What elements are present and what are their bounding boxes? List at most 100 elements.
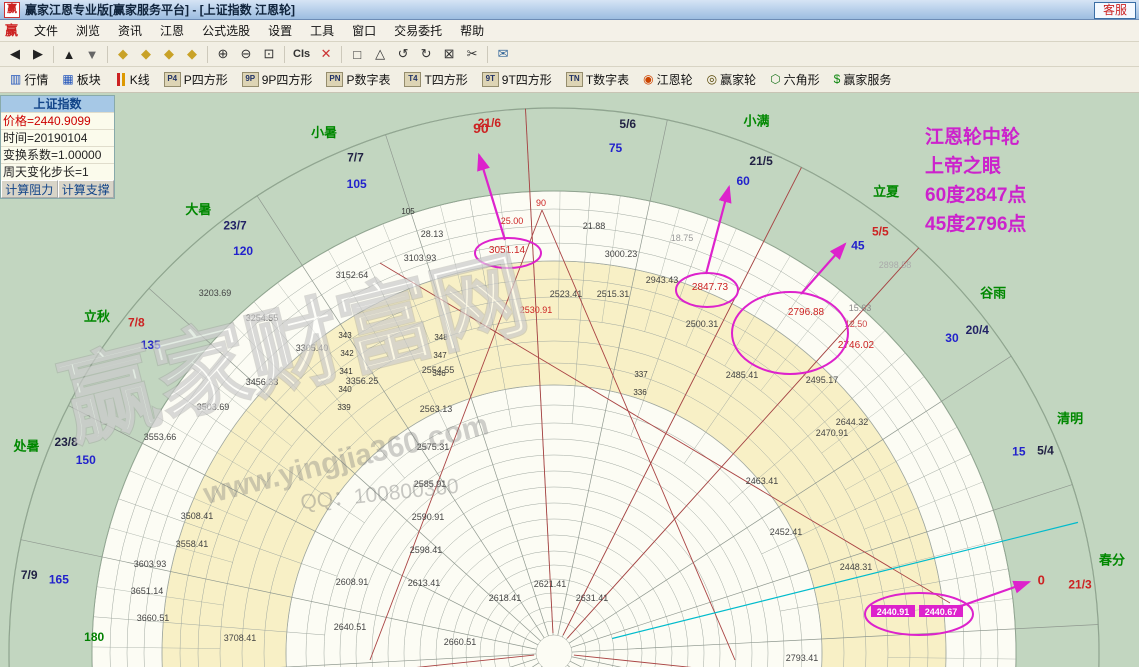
wheel-value-label: 348 — [434, 333, 448, 342]
rotate-right-icon[interactable]: ↻ — [415, 44, 437, 64]
nine-p-square-button[interactable]: 9P 9P四方形 — [236, 69, 319, 90]
forward-icon[interactable]: ▶ — [27, 44, 49, 64]
t-number-table-button-icon: TN — [565, 72, 583, 87]
annotation-line: 江恩轮中轮 — [925, 127, 1021, 148]
hexagon-button-icon: ⬡ — [770, 72, 781, 86]
gann-fan-icon[interactable]: ◆ — [112, 44, 134, 64]
menu-item-工具[interactable]: 工具 — [301, 20, 343, 41]
wheel-value-label: 2621.41 — [534, 579, 567, 589]
chat-icon[interactable]: ✉ — [492, 44, 514, 64]
back-icon[interactable]: ◀ — [4, 44, 26, 64]
wheel-value-label: 2898.58 — [879, 260, 912, 270]
wheel-value-label: 105 — [401, 207, 415, 216]
wheel-value-label: 3305.40 — [296, 343, 329, 353]
cis-icon[interactable]: CIs — [289, 44, 314, 64]
wheel-value-label: 2660.51 — [444, 637, 477, 647]
gann-angle-icon[interactable]: ◆ — [181, 44, 203, 64]
kline-button-label: K线 — [129, 73, 150, 87]
cut-icon[interactable]: ✂ — [461, 44, 483, 64]
wheel-value-label: 2631.41 — [576, 593, 609, 603]
customer-service-button[interactable]: 客服 — [1093, 2, 1136, 19]
chart-type-toolbar: ▥ 行情 ▦ 板块 K线 P4 P四方形 9P 9P四方形 PN P数字表 T4 T四方形 9T 9T四方形… — [0, 67, 1139, 93]
p-square-button[interactable]: P4 P四方形 — [158, 69, 234, 90]
menu-item-设置[interactable]: 设置 — [259, 20, 301, 41]
date-label-21/5: 21/5 — [749, 154, 773, 168]
calc-resistance-button[interactable]: 计算阻力 — [1, 180, 58, 198]
up-icon[interactable]: ▲ — [58, 44, 80, 64]
clear-icon[interactable]: ⊠ — [438, 44, 460, 64]
wheel-value-label: 347 — [433, 351, 447, 360]
menu-item-文件[interactable]: 文件 — [25, 20, 67, 41]
wheel-value-label: 2796.88 — [788, 307, 825, 318]
delete-icon[interactable]: ✕ — [315, 44, 337, 64]
winner-service-button[interactable]: $ 赢家服务 — [828, 69, 898, 90]
down-icon[interactable]: ▼ — [81, 44, 103, 64]
p-number-table-button[interactable]: PN P数字表 — [320, 69, 396, 90]
fit-icon[interactable]: ⊡ — [258, 44, 280, 64]
wheel-value-label: 2470.91 — [816, 428, 849, 438]
date-label-23/7: 23/7 — [223, 219, 247, 233]
solar-term-大暑: 大暑 — [185, 202, 211, 217]
wheel-value-label: 3051.14 — [489, 245, 526, 256]
menu-bar: 赢 文件 浏览 资讯 江恩 公式选股 设置 工具 窗口 交易委托 帮助 — [0, 20, 1139, 42]
wheel-value-label: 3103.93 — [404, 253, 437, 263]
wheel-value-label: 3508.41 — [181, 511, 214, 521]
wheel-value-label: 3254.55 — [246, 313, 279, 323]
gann-box-icon[interactable]: ◆ — [158, 44, 180, 64]
wheel-value-label: 3356.25 — [346, 376, 379, 386]
t-number-table-button[interactable]: TN T数字表 — [560, 69, 635, 90]
p-number-table-button-label: P数字表 — [346, 73, 391, 87]
degree-label-105: 105 — [347, 177, 367, 191]
date-label-23/8: 23/8 — [54, 435, 78, 449]
kline-button[interactable]: K线 — [109, 69, 156, 90]
winner-wheel-button[interactable]: ◎ 赢家轮 — [701, 69, 763, 90]
menu-item-浏览[interactable]: 浏览 — [67, 20, 109, 41]
toolbar-separator — [207, 45, 208, 63]
menu-item-资讯[interactable]: 资讯 — [109, 20, 151, 41]
wheel-value-label: 2452.41 — [770, 527, 803, 537]
annotation-line: 60度2847点 — [925, 185, 1027, 206]
gann-wheel-button-icon: ◉ — [643, 72, 654, 86]
wheel-value-label: 21.88 — [583, 221, 606, 231]
wheel-value-label: 2575.31 — [417, 442, 450, 452]
t-square-button[interactable]: T4 T四方形 — [398, 69, 473, 90]
index-info-row: 周天变化步长=1 — [1, 163, 114, 180]
calc-support-button[interactable]: 计算支撑 — [57, 180, 114, 198]
gann-grid-icon[interactable]: ◆ — [135, 44, 157, 64]
wheel-value-label: 3456.33 — [246, 377, 279, 387]
date-label-7/9: 7/9 — [21, 568, 38, 582]
winner-wheel-button-label: 赢家轮 — [720, 73, 757, 87]
date-label-5/4: 5/4 — [1037, 443, 1054, 457]
menu-item-公式选股[interactable]: 公式选股 — [193, 20, 259, 41]
nine-t-square-button-icon: 9T — [481, 72, 499, 87]
hexagon-button[interactable]: ⬡ 六角形 — [764, 69, 826, 90]
wheel-value-label: 2943.43 — [646, 275, 679, 285]
nine-t-square-button[interactable]: 9T 9T四方形 — [476, 69, 558, 90]
hexagon-button-label: 六角形 — [783, 73, 820, 87]
zoom-in-icon[interactable]: ⊕ — [212, 44, 234, 64]
p-square-button-icon: P4 — [163, 72, 181, 87]
menu-item-交易委托[interactable]: 交易委托 — [385, 20, 451, 41]
rect-tool-icon[interactable]: □ — [346, 44, 368, 64]
menu-item-帮助[interactable]: 帮助 — [451, 20, 493, 41]
menu-item-窗口[interactable]: 窗口 — [343, 20, 385, 41]
winner-service-button-icon: $ — [833, 72, 841, 86]
menu-item-江恩[interactable]: 江恩 — [151, 20, 193, 41]
index-name: 上证指数 — [1, 96, 114, 112]
wheel-value-label: 2463.41 — [746, 476, 779, 486]
degree-label-45: 45 — [851, 239, 865, 253]
triangle-tool-icon[interactable]: △ — [369, 44, 391, 64]
wheel-value-label: 18.75 — [671, 233, 694, 243]
wheel-value-label: 2585.91 — [414, 479, 447, 489]
sectors-button[interactable]: ▦ 板块 — [56, 69, 106, 90]
degree-label-75: 75 — [609, 141, 623, 155]
drawing-toolbar: ◀ ▶ ▲ ▼ ◆ ◆ ◆ ◆ ⊕ ⊖ ⊡ CIs ✕ □ △ ↺ ↻ ⊠ ✂ ✉ — [0, 42, 1139, 67]
gann-wheel-button[interactable]: ◉ 江恩轮 — [637, 69, 699, 90]
nine-t-square-button-label: 9T四方形 — [501, 73, 552, 87]
quotes-button[interactable]: ▥ 行情 — [4, 69, 54, 90]
zoom-out-icon[interactable]: ⊖ — [235, 44, 257, 64]
wheel-value-label: 90 — [536, 198, 546, 208]
t-square-button-icon: T4 — [404, 72, 422, 87]
wheel-value-label: 341 — [339, 367, 353, 376]
rotate-left-icon[interactable]: ↺ — [392, 44, 414, 64]
